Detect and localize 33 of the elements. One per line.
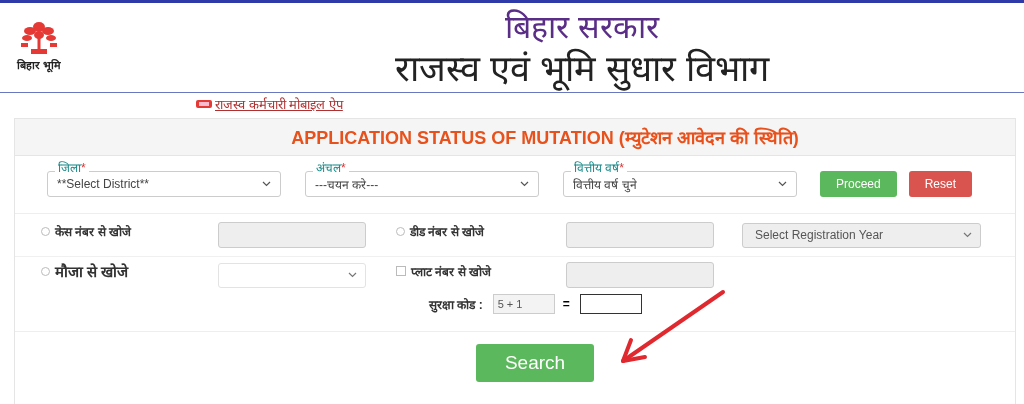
- field-label: अंचल*: [313, 161, 349, 175]
- reset-button[interactable]: Reset: [908, 171, 973, 197]
- option-label: डीड नंबर से खोजे: [410, 223, 484, 240]
- option-label: मौजा से खोजे: [55, 262, 129, 281]
- checkbox[interactable]: [396, 266, 406, 276]
- chevron-icon: [963, 232, 972, 238]
- form-title: APPLICATION STATUS OF MUTATION (म्युटेशन आवेदन की स्थिति): [290, 126, 799, 149]
- input-field[interactable]: [218, 222, 366, 248]
- dropdown-field[interactable]: [218, 262, 366, 288]
- input-field[interactable]: [566, 222, 714, 248]
- logo-caption: बिहार भूमि: [16, 58, 62, 72]
- chevron-icon: [262, 181, 271, 187]
- captcha-answer-field[interactable]: [579, 294, 642, 314]
- department-title: राजस्व एवं भूमि सुधार विभाग: [395, 47, 769, 91]
- dropdown-field[interactable]: Select Registration Year: [742, 222, 981, 248]
- captcha-label: सुरक्षा कोड :: [429, 296, 483, 313]
- app-icon: [196, 99, 212, 109]
- equals-sign: =: [562, 297, 570, 311]
- field-label: वित्तीय वर्ष*: [571, 161, 627, 175]
- mobile-app-link[interactable]: राजस्व कर्मचारी मोबाइल ऐप: [215, 95, 343, 113]
- government-title: बिहार सरकार: [505, 8, 659, 47]
- captcha-question: 5 + 1: [492, 294, 555, 314]
- dropdown-field[interactable]: वित्तीय वर्ष* वित्तीय वर्ष चुने: [563, 161, 797, 197]
- tree-logo-drawing: [19, 19, 59, 57]
- option-label: प्लाट नंबर से खोजे: [411, 263, 491, 280]
- field-label: जिला*: [55, 161, 89, 175]
- chevron-icon: [348, 272, 357, 278]
- chevron-icon: [520, 181, 529, 187]
- dropdown-field[interactable]: अंचल* ---चयन करे---: [305, 161, 539, 197]
- input-field[interactable]: [566, 262, 714, 288]
- option-label: केस नंबर से खोजे: [55, 223, 131, 240]
- dropdown-field[interactable]: जिला* **Select District**: [47, 161, 281, 197]
- chevron-icon: [778, 181, 787, 187]
